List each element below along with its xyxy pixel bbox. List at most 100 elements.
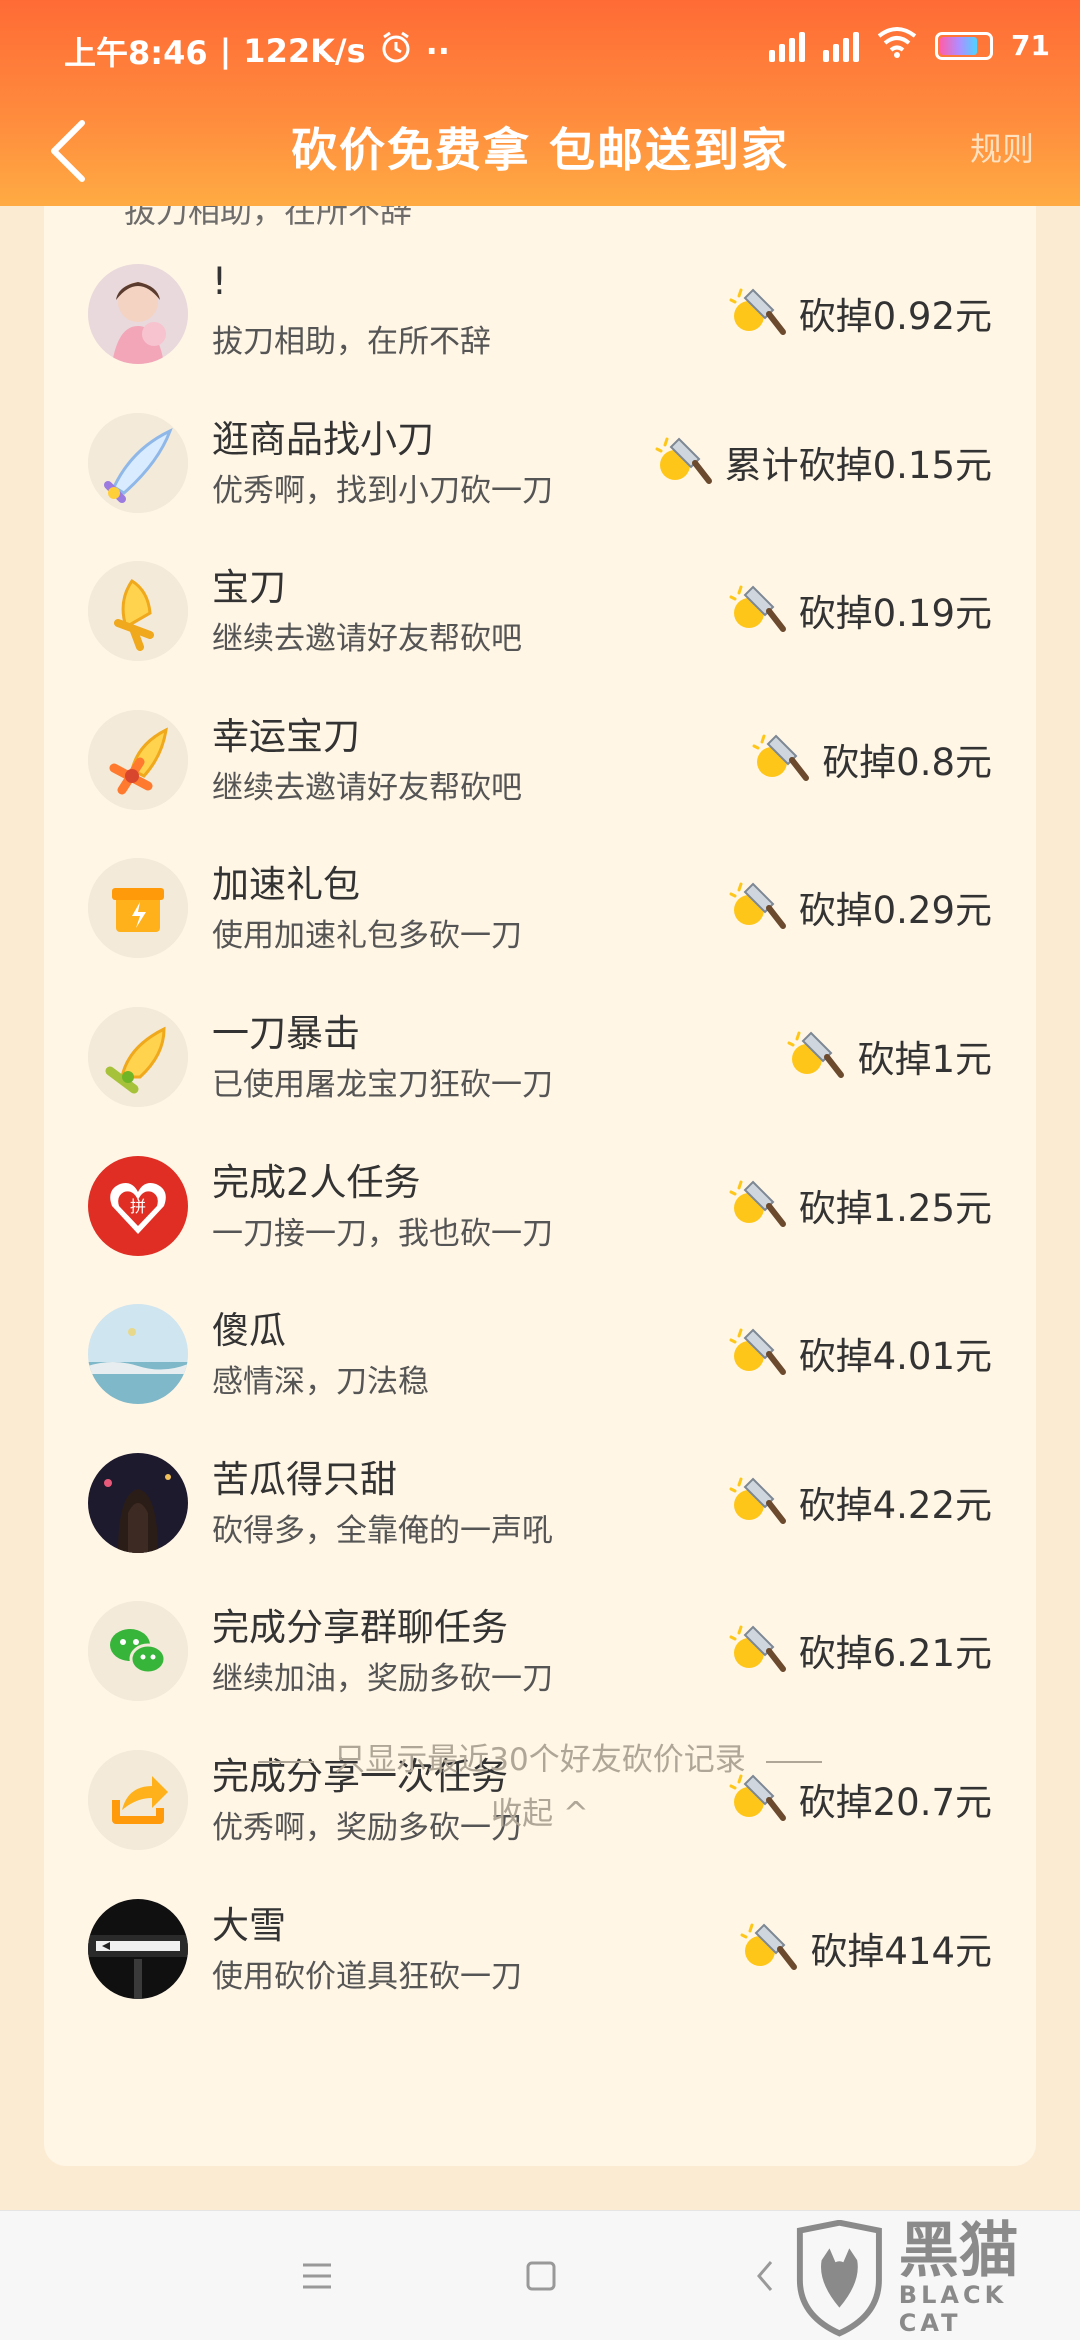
partial-row-desc: 拔刀相助，在所不辞 [124,206,413,230]
record-amount: 砍掉0.29元 [729,880,992,934]
knife-coin-icon [729,1180,786,1227]
record-amount: 砍掉6.21元 [729,1623,992,1677]
subway-photo-avatar [88,1898,188,1999]
record-desc: 一刀接一刀，我也砍一刀 [212,1215,553,1252]
record-desc: 砍得多，全靠俺的一声吼 [212,1512,553,1549]
record-amount: 砍掉0.19元 [729,583,992,637]
black-cat-shield-logo [796,2220,882,2337]
record-amount: 砍掉1.25元 [729,1178,992,1232]
record-amount: 砍掉0.8元 [752,732,992,786]
knife-coin-icon [729,1625,786,1673]
record-row: 傻瓜感情深，刀法稳 砍掉4.01元 [44,1286,1036,1434]
status-time: 上午8:46 [64,34,208,72]
watermark-en: BLACK CAT [898,2281,1008,2337]
record-row: 苦瓜得只甜砍得多，全靠俺的一声吼 砍掉4.22元 [44,1435,1036,1583]
golden-sword-icon [88,561,188,662]
note-dash-left [258,1760,315,1763]
watermark-text: 黑猫 BLACK CAT [899,2221,1080,2337]
wifi-icon [877,26,917,65]
record-name: 幸运宝刀 [212,714,360,758]
record-desc: 继续去邀请好友帮砍吧 [212,621,522,658]
collapse-button[interactable]: 收起 ^ [44,1788,1036,1833]
small-knife-icon [88,412,188,513]
nav-bar: 砍价免费拿 包邮送到家 规则 [0,96,1080,206]
record-amount-text: 砍掉6.21元 [798,1632,992,1676]
knife-coin-icon [752,734,810,781]
record-row: 拼 完成2人任务一刀接一刀，我也砍一刀 砍掉1.25元 [44,1138,1036,1286]
girl-photo-avatar [88,264,188,364]
record-amount-text: 砍掉1.25元 [798,1186,992,1230]
pinduoduo-logo-icon: 拼 [88,1155,188,1256]
record-row: 大雪使用砍价道具狂砍一刀 砍掉414元 [44,1881,1036,2029]
record-name: 逛商品找小刀 [212,417,434,461]
record-row: 完成分享群聊任务继续加油，奖励多砍一刀 砍掉6.21元 [44,1583,1036,1731]
record-desc: 优秀啊，找到小刀砍一刀 [212,472,553,509]
record-name: 宝刀 [212,566,286,610]
record-amount: 砍掉0.92元 [729,286,992,340]
beach-photo-avatar [88,1304,188,1405]
record-name: 傻瓜 [212,1309,286,1353]
record-amount: 累计砍掉0.15元 [655,435,992,489]
knife-coin-icon [729,288,786,335]
home-button[interactable] [516,2251,566,2301]
back-triangle-icon [757,2261,773,2291]
record-name: 大雪 [212,1903,286,1947]
signal-icon-2 [823,30,860,62]
status-speed: 122K/s [243,32,366,70]
alarm-icon [378,29,414,73]
record-desc: 拔刀相助，在所不辞 [212,324,491,360]
rules-link[interactable]: 规则 [970,124,1034,170]
svg-text:拼: 拼 [130,1197,146,1216]
record-name: 完成分享群聊任务 [212,1606,508,1650]
status-bar: 上午8:46 | 122K/s ·· 71 [0,0,1080,96]
record-amount: 砍掉1元 [787,1029,992,1083]
record-desc: 继续去邀请好友帮砍吧 [212,769,522,806]
battery-icon [935,31,994,60]
record-desc: 感情深，刀法稳 [212,1364,429,1401]
record-amount-text: 砍掉1元 [857,1038,992,1081]
status-left: 上午8:46 | 122K/s ·· [64,28,450,74]
home-square-icon [526,2261,556,2291]
record-name: ! [212,260,227,303]
record-desc: 使用加速礼包多砍一刀 [212,918,522,955]
signal-icon [769,30,806,62]
record-amount: 砍掉414元 [740,1921,992,1975]
gift-box-icon [88,858,188,959]
record-amount-text: 砍掉414元 [810,1929,992,1973]
knife-coin-icon [729,1328,786,1376]
wechat-icon [88,1601,188,1702]
battery-level [940,36,977,55]
battery-percent: 71 [1011,29,1050,62]
record-row: 宝刀继续去邀请好友帮砍吧 砍掉0.19元 [44,543,1036,691]
knife-coin-icon [787,1031,845,1078]
watermark-cn: 黑猫 [898,2216,1019,2286]
record-amount: 砍掉4.22元 [729,1475,992,1529]
page-title: 砍价免费拿 包邮送到家 [290,123,789,177]
record-desc: 已使用屠龙宝刀狂砍一刀 [212,1067,553,1103]
knife-coin-icon [729,585,786,633]
menu-button[interactable] [292,2251,342,2301]
record-limit-note: 只显示最近30个好友砍价记录 [44,1734,1036,1779]
knife-coin-icon [729,1477,786,1524]
status-right: 71 [769,26,1050,65]
record-amount-text: 砍掉4.01元 [798,1335,992,1379]
record-amount: 砍掉4.01元 [729,1326,992,1380]
record-amount-text: 累计砍掉0.15元 [724,443,992,487]
knife-coin-icon [655,437,712,484]
record-name: 完成2人任务 [212,1160,421,1204]
record-row: 幸运宝刀继续去邀请好友帮砍吧 砍掉0.8元 [44,692,1036,840]
critical-sword-icon [88,1007,188,1107]
record-amount-text: 砍掉0.92元 [798,295,992,338]
record-row: 逛商品找小刀优秀啊，找到小刀砍一刀 累计砍掉0.15元 [44,395,1036,543]
knife-coin-icon [729,882,786,930]
status-divider: | [219,32,232,70]
record-desc: 继续加油，奖励多砍一刀 [212,1661,553,1698]
record-row: 加速礼包 使用加速礼包多砍一刀 砍掉0.29元 [44,840,1036,988]
record-row: ! 拔刀相助，在所不辞 砍掉0.92元 [44,246,1036,394]
lucky-sword-icon [88,709,188,810]
record-desc: 使用砍价道具狂砍一刀 [212,1958,522,1995]
record-amount-text: 砍掉4.22元 [798,1483,992,1527]
record-name: 苦瓜得只甜 [212,1457,397,1501]
back-nav-button[interactable] [740,2251,790,2301]
record-limit-text: 只显示最近30个好友砍价记录 [334,1742,746,1778]
